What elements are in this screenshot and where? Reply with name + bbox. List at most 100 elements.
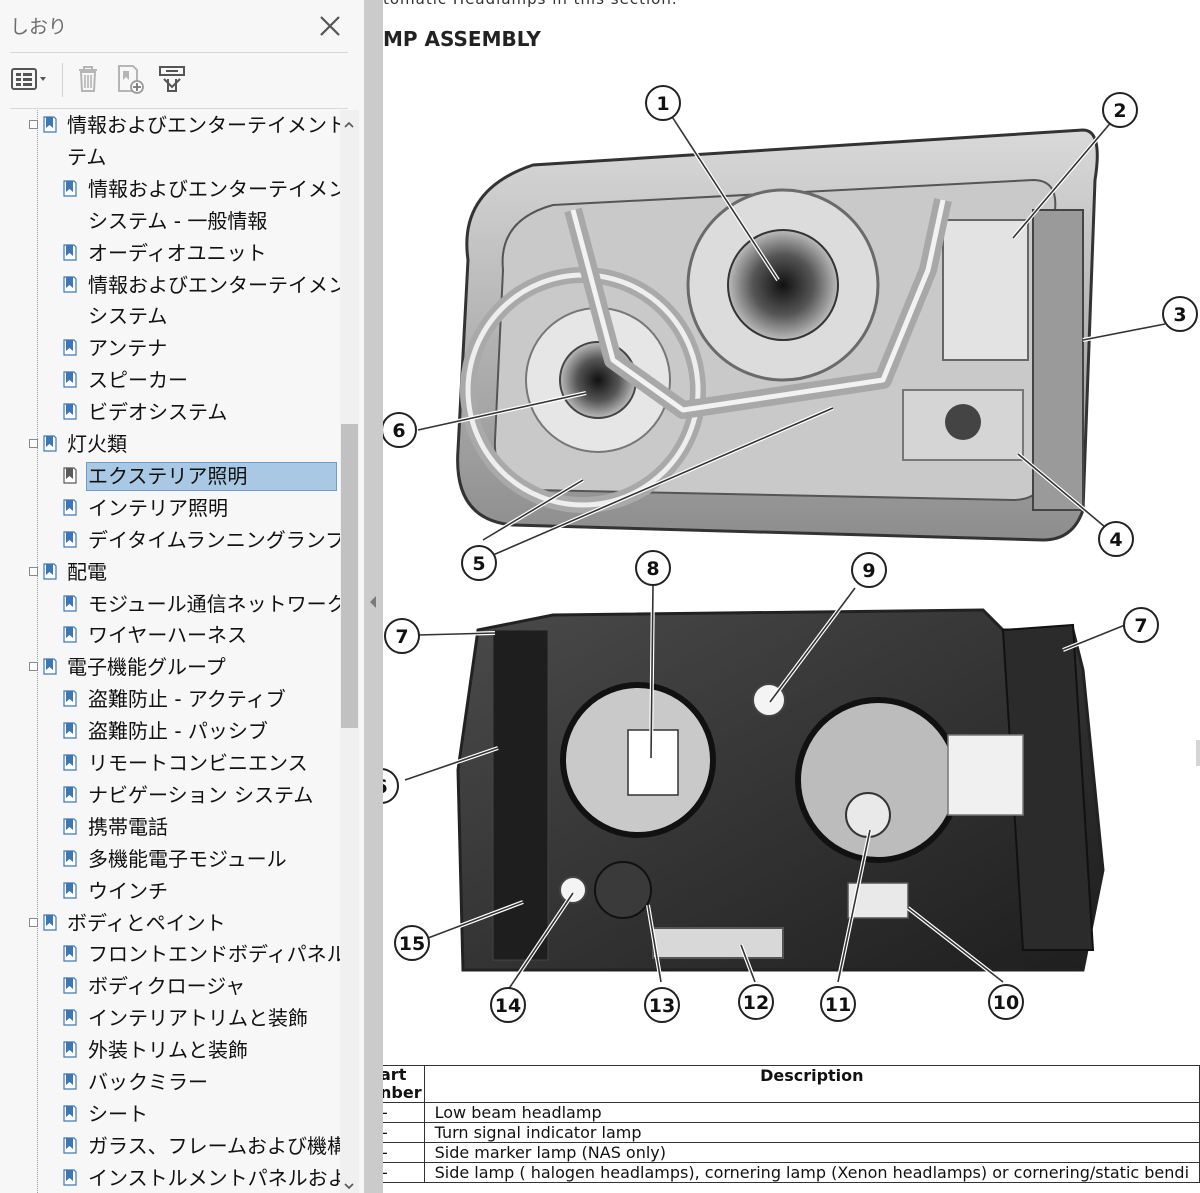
bookmark-icon <box>63 1009 77 1026</box>
bookmark-icon <box>63 243 77 261</box>
bookmark-item[interactable]: ウインチ <box>88 877 168 905</box>
collapse-arrow-icon[interactable] <box>369 596 377 608</box>
bookmarks-title: しおり <box>10 16 68 38</box>
bookmark-item[interactable]: バックミラー <box>88 1068 208 1096</box>
bookmark-icon <box>63 977 77 994</box>
bookmark-item[interactable]: リモートコンビニエンス <box>88 749 308 777</box>
callout-10: 10 <box>988 984 1024 1020</box>
col-part-number-header: art nber <box>383 1065 425 1103</box>
callout-3: 3 <box>1162 296 1198 332</box>
callout-15: 15 <box>394 925 430 961</box>
svg-text:10: 10 <box>993 992 1019 1014</box>
chevron-up-icon[interactable] <box>342 118 356 132</box>
bookmark-item[interactable]: インテリア照明 <box>88 494 228 522</box>
tree-toggle[interactable] <box>29 439 38 448</box>
part-cell: - <box>383 1102 425 1123</box>
bookmark-item[interactable]: 情報およびエンターテイメント <box>88 271 340 299</box>
bookmark-icon <box>63 403 77 420</box>
bookmark-item[interactable]: 配電 <box>67 558 107 586</box>
bookmark-item[interactable]: ガラス、フレームおよび機構 <box>88 1132 340 1160</box>
bookmark-item[interactable]: 盗難防止 - パッシブ <box>88 717 268 745</box>
bookmark-icon <box>63 1169 77 1186</box>
bookmark-item[interactable]: 情報およびエンターテイメントシス <box>67 111 340 139</box>
bookmarks-panel: しおり 情報およびエンターテイメント テム 情報およびエンターテイメント システ… <box>0 0 364 1193</box>
bookmark-icon <box>63 945 77 962</box>
bookmark-item[interactable]: 外装トリムと装飾 <box>88 1036 248 1064</box>
bookmark-item[interactable]: ボディとペイント <box>67 909 226 937</box>
description-cell: Side marker lamp (NAS only) <box>423 1142 1200 1163</box>
svg-text:15: 15 <box>399 933 425 955</box>
bookmark-item[interactable]: フロントエンドボディパネル <box>88 940 340 968</box>
callout-11: 11 <box>820 986 856 1022</box>
bookmark-item[interactable]: 携帯電話 <box>88 813 168 841</box>
divider <box>10 108 348 109</box>
bookmark-item-selected[interactable]: エクステリア照明 <box>88 462 247 490</box>
callout-1: 1 <box>645 85 681 121</box>
options-icon[interactable] <box>8 63 54 95</box>
svg-text:2: 2 <box>1113 100 1126 122</box>
callout-5: 5 <box>461 545 497 581</box>
intro-text: tomatic Headlamps in this section. <box>383 0 678 8</box>
bookmark-item[interactable]: 盗難防止 - アクティブ <box>88 685 286 713</box>
callout-6: 6 <box>383 412 417 448</box>
bookmark-item[interactable]: オーディオユニット <box>88 239 267 267</box>
bookmark-icon <box>63 531 77 548</box>
bookmark-item[interactable]: スピーカー <box>88 366 188 394</box>
callout-13: 13 <box>644 987 680 1023</box>
callout-7-right: 7 <box>1123 607 1159 643</box>
bookmark-item[interactable]: 電子機能グループ <box>67 653 226 681</box>
callout-2: 2 <box>1102 92 1138 128</box>
delete-icon[interactable] <box>70 63 106 95</box>
bookmark-item[interactable]: システム <box>88 302 167 330</box>
bookmark-item[interactable]: ナビゲーション システム <box>88 781 313 809</box>
bookmark-item[interactable]: インストルメントパネルおよびコ <box>88 1164 340 1192</box>
document-scroll-indicator[interactable] <box>1196 740 1200 766</box>
svg-text:4: 4 <box>1109 529 1122 551</box>
description-cell: Turn signal indicator lamp <box>423 1122 1200 1143</box>
close-icon[interactable] <box>316 12 344 40</box>
bookmark-item[interactable]: アンテナ <box>88 334 167 362</box>
table-row: - Side marker lamp (NAS only) <box>383 1142 1200 1163</box>
callout-9: 9 <box>851 552 887 588</box>
bookmark-item[interactable]: テム <box>67 143 106 171</box>
section-heading: MP ASSEMBLY <box>383 27 541 51</box>
tree-toggle[interactable] <box>29 120 38 129</box>
bookmark-item[interactable]: ワイヤーハーネス <box>88 621 247 649</box>
bookmark-icon <box>63 1073 77 1090</box>
svg-text:7: 7 <box>395 626 408 648</box>
bookmark-item[interactable]: ビデオシステム <box>88 398 227 426</box>
bookmark-item[interactable]: 灯火類 <box>67 430 127 458</box>
bookmark-item[interactable]: シート <box>88 1100 148 1128</box>
bookmark-icon <box>43 658 57 675</box>
scrollbar-thumb[interactable] <box>341 424 358 728</box>
bookmark-item[interactable]: インテリアトリムと装飾 <box>88 1004 308 1032</box>
bookmark-item[interactable]: ボディクロージャ <box>88 972 245 1000</box>
expand-current-icon[interactable] <box>154 63 190 95</box>
bookmarks-header: しおり <box>0 0 364 52</box>
bookmark-item[interactable]: システム - 一般情報 <box>88 207 267 235</box>
toolbar-divider <box>62 63 63 97</box>
part-cell: - <box>383 1162 425 1183</box>
headlamp-front-view <box>456 128 1099 542</box>
svg-text:6: 6 <box>383 776 388 798</box>
tree-toggle[interactable] <box>29 566 38 576</box>
tree-toggle[interactable] <box>29 662 38 672</box>
part-cell: - <box>383 1122 425 1143</box>
chevron-down-icon[interactable] <box>342 1180 356 1193</box>
bookmark-icon <box>63 1105 77 1122</box>
bookmark-icon <box>63 722 77 739</box>
bookmark-icon <box>43 116 57 133</box>
bookmark-icon <box>63 499 77 516</box>
table-row: - Side lamp ( halogen headlamps), corner… <box>383 1162 1200 1183</box>
bookmark-icon <box>43 562 57 580</box>
add-bookmark-icon[interactable] <box>112 63 148 95</box>
description-cell: Low beam headlamp <box>423 1102 1200 1123</box>
bookmark-item[interactable]: 多機能電子モジュール <box>88 845 287 873</box>
callout-8: 8 <box>635 550 671 586</box>
callout-12: 12 <box>738 984 774 1020</box>
bookmark-item[interactable]: デイタイムランニングランプ (DR) <box>88 526 340 554</box>
svg-text:11: 11 <box>825 994 851 1016</box>
bookmark-item[interactable]: 情報およびエンターテイメント <box>88 175 340 203</box>
tree-toggle[interactable] <box>29 917 38 927</box>
bookmark-item[interactable]: モジュール通信ネットワーク <box>88 590 340 618</box>
